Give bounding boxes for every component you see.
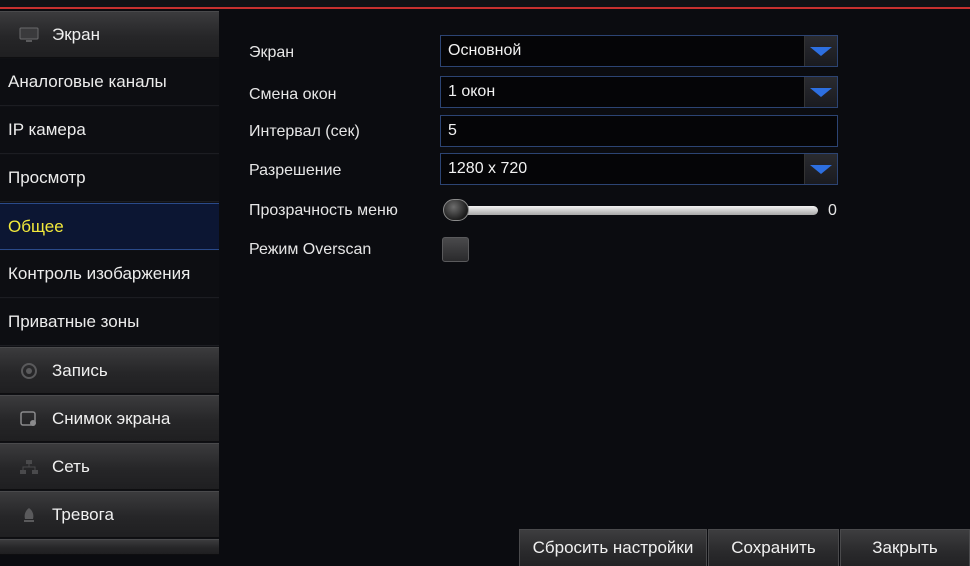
sidebar-item-label: Тревога — [52, 504, 114, 524]
menu-transparency-slider[interactable] — [445, 206, 818, 215]
menu-transparency-value: 0 — [828, 202, 837, 219]
sidebar-item-more[interactable] — [0, 539, 219, 555]
resolution-select-value: 1280 x 720 — [448, 160, 528, 177]
sidebar-item-label: Аналоговые каналы — [8, 72, 167, 91]
close-button-label: Закрыть — [872, 538, 938, 557]
sidebar-item-privacy-zones[interactable]: Приватные зоны — [0, 299, 219, 346]
save-button-label: Сохранить — [731, 538, 816, 557]
screen-select[interactable]: Основной — [440, 35, 838, 67]
screen-label: Экран — [249, 44, 295, 61]
network-icon — [18, 458, 40, 476]
monitor-icon — [18, 26, 40, 44]
window-switch-select-value: 1 окон — [448, 83, 496, 100]
sidebar-item-ip-camera[interactable]: IP камера — [0, 107, 219, 154]
sidebar-item-screen[interactable]: Экран — [0, 11, 219, 58]
interval-label: Интервал (сек) — [249, 123, 360, 140]
overscan-checkbox[interactable] — [442, 237, 469, 262]
chevron-down-icon[interactable] — [804, 77, 837, 107]
sidebar: Экран Аналоговые каналы IP камера Просмо… — [0, 11, 219, 555]
sidebar-item-general[interactable]: Общее — [0, 203, 219, 250]
save-button[interactable]: Сохранить — [708, 529, 839, 566]
alarm-icon — [18, 506, 40, 524]
record-icon — [18, 362, 40, 380]
interval-input[interactable]: 5 — [440, 115, 838, 147]
screen-select-value: Основной — [448, 42, 522, 59]
sidebar-item-label: Приватные зоны — [8, 312, 140, 331]
sidebar-item-image-control[interactable]: Контроль изобаржения — [0, 251, 219, 298]
resolution-select[interactable]: 1280 x 720 — [440, 153, 838, 185]
sidebar-item-network[interactable]: Сеть — [0, 443, 219, 490]
interval-input-value: 5 — [448, 122, 457, 139]
reset-settings-button-label: Сбросить настройки — [532, 538, 694, 557]
reset-settings-button[interactable]: Сбросить настройки — [519, 529, 707, 566]
window-switch-label: Смена окон — [249, 86, 337, 103]
sidebar-item-view[interactable]: Просмотр — [0, 155, 219, 202]
snapshot-icon — [18, 410, 40, 428]
settings-window: Экран Аналоговые каналы IP камера Просмо… — [0, 0, 970, 566]
close-button[interactable]: Закрыть — [840, 529, 970, 566]
sidebar-item-label: Просмотр — [8, 168, 86, 187]
chevron-down-icon[interactable] — [804, 36, 837, 66]
sidebar-item-record[interactable]: Запись — [0, 347, 219, 394]
chevron-down-icon[interactable] — [804, 154, 837, 184]
resolution-label: Разрешение — [249, 162, 342, 179]
sidebar-item-label: Контроль изобаржения — [8, 264, 191, 283]
slider-handle[interactable] — [443, 199, 469, 221]
sidebar-item-label: Общее — [8, 216, 64, 236]
sidebar-item-analog-channels[interactable]: Аналоговые каналы — [0, 59, 219, 106]
top-border — [0, 0, 970, 9]
sidebar-item-snapshot[interactable]: Снимок экрана — [0, 395, 219, 442]
menu-transparency-label: Прозрачность меню — [249, 202, 398, 219]
window-switch-select[interactable]: 1 окон — [440, 76, 838, 108]
overscan-label: Режим Overscan — [249, 241, 372, 258]
sidebar-item-label: Запись — [52, 360, 108, 380]
sidebar-item-label: IP камера — [8, 120, 86, 139]
sidebar-item-alarm[interactable]: Тревога — [0, 491, 219, 538]
sidebar-item-label: Снимок экрана — [52, 408, 171, 428]
sidebar-item-label: Экран — [52, 24, 100, 44]
sidebar-item-label: Сеть — [52, 456, 90, 476]
settings-panel: Экран Основной Смена окон 1 окон Интерва… — [219, 11, 970, 566]
